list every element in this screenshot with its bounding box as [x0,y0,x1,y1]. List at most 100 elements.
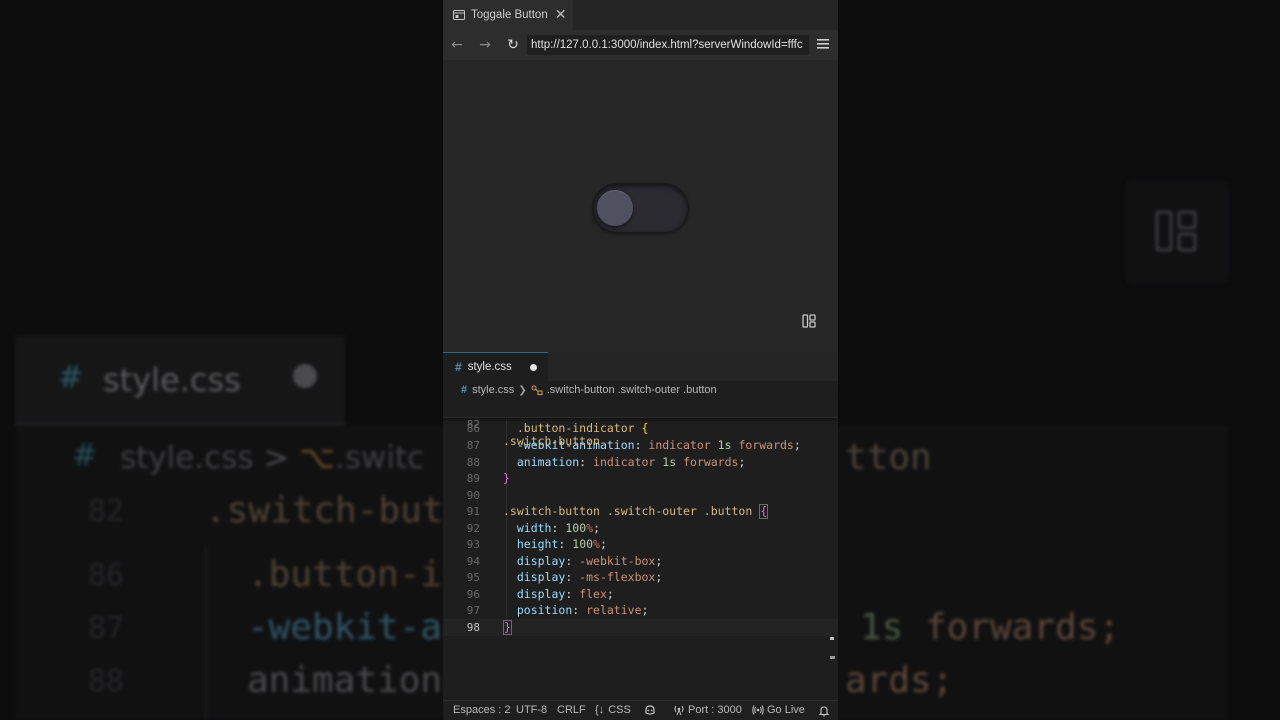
bg-crumb-symbol: .switc [334,440,425,476]
code-line: 82 .switch-button [443,399,838,448]
css-file-icon: # [461,384,468,396]
golive-icon [752,705,764,715]
bg-css-icon: # [58,360,84,395]
code-token: : [558,537,573,551]
code-text: .switch-button [503,434,600,448]
code-token: : [551,521,566,535]
bg-code-fragment: tton [845,437,932,478]
code-token: { [759,504,769,519]
editor-tab-style-css[interactable]: # style.css [443,352,548,381]
code-token: 1s [717,438,732,452]
sticky-scroll-line[interactable]: 82 .switch-button [443,399,838,448]
breadcrumb-file[interactable]: style.css [472,384,514,396]
browser-tab[interactable]: Toggale Button ✕ [443,0,573,30]
close-icon[interactable]: ✕ [555,7,567,23]
url-input[interactable] [527,35,809,55]
code-token: ; [738,455,746,469]
hamburger-menu-icon[interactable] [817,37,829,51]
code-line: 90 [443,487,838,504]
bg-line-number: 82 [88,494,125,529]
status-encoding[interactable]: UTF-8 [516,704,547,716]
browser-tab-bar: Toggale Button ✕ [443,0,838,30]
status-language-label: CSS [608,704,631,716]
browser-tab-title: Toggale Button [471,9,548,21]
line-number: 95 [466,571,480,584]
code-token: flex [579,587,607,601]
code-text: animation: indicator 1s forwards; [503,454,746,471]
forward-arrow-icon[interactable]: → [476,36,494,54]
toggle-switch[interactable] [593,184,688,232]
code-line: 94 display: -webkit-box; [443,553,838,570]
bg-line-number: 87 [88,611,125,646]
bg-code-fragment: ards; [845,660,954,701]
code-token: % [593,537,600,551]
bg-tab-name: style.css [103,361,241,399]
code-token: relative [586,603,642,617]
bg-line-number: 86 [88,558,125,593]
code-token: ; [655,570,663,584]
line-number: 94 [466,555,480,568]
code-token: : [572,603,587,617]
code-token: : [565,554,580,568]
code-token: } [503,471,510,485]
code-token: -webkit-box [579,554,656,568]
unsaved-dot-icon[interactable] [529,363,537,371]
symbol-class-icon [531,385,543,395]
code-token: display [516,554,566,568]
status-golive[interactable]: Go Live [752,704,805,716]
status-indentation[interactable]: Espaces : 2 [453,704,510,716]
code-token: { [634,421,649,435]
code-line: 97 position: relative; [443,602,838,619]
editor-window: Toggale Button ✕ ← → ↻ # style.css [443,0,838,720]
bg-code-fragment: 1s forwards; [860,607,1120,648]
code-token: 100 [565,521,587,535]
code-token: ; [593,521,600,535]
toggle-knob[interactable] [597,190,633,226]
status-copilot[interactable] [644,704,659,716]
reload-icon[interactable]: ↻ [504,36,522,54]
code-line: 91 .switch-button .switch-outer .button { [443,503,838,520]
code-text: } [503,619,512,636]
braces-icon: {↓ [595,704,605,716]
bg-breadcrumb: style.css > ⌥.switc [120,440,424,476]
code-editor[interactable]: 82 .switch-button 86 .button-indicator {… [443,399,838,699]
bell-icon[interactable] [818,705,830,717]
back-arrow-icon[interactable]: ← [448,36,466,54]
code-text: display: flex; [503,586,614,603]
layout-icon[interactable] [798,310,820,332]
scrollbar-marker [830,656,835,659]
code-token: forwards [731,438,794,452]
status-language[interactable]: {↓ CSS [595,704,631,716]
status-eol[interactable]: CRLF [557,704,586,716]
line-number: 96 [466,588,480,601]
browser-tab-icon [453,10,465,20]
bg-crumb-css-icon: # [72,438,98,473]
code-token: } [503,620,512,635]
code-token: indicator [593,455,663,469]
editor-tab-label: style.css [467,361,512,373]
code-line: 88 animation: indicator 1s forwards; [443,454,838,471]
bg-crumb-file: style.css [120,440,254,476]
code-token: ; [641,603,649,617]
code-token: : [565,570,580,584]
status-port[interactable]: Port : 3000 [673,704,742,716]
code-token: .switch-button .switch-outer .button [503,504,753,518]
code-token: display [516,587,566,601]
breadcrumb-symbol[interactable]: .switch-button .switch-outer .button [547,384,717,396]
bg-code-line: animation [247,660,443,701]
code-text: } [503,470,510,487]
line-number: 98 [466,621,480,634]
css-file-icon: # [455,360,462,374]
code-line: 95 display: -ms-flexbox; [443,569,838,586]
code-token: : [565,587,580,601]
code-token: forwards [676,455,739,469]
code-token: 100 [572,537,594,551]
bg-code-num: 1s [860,607,904,648]
code-token: width [516,521,552,535]
code-token: ; [655,554,663,568]
status-golive-label: Go Live [767,704,805,716]
